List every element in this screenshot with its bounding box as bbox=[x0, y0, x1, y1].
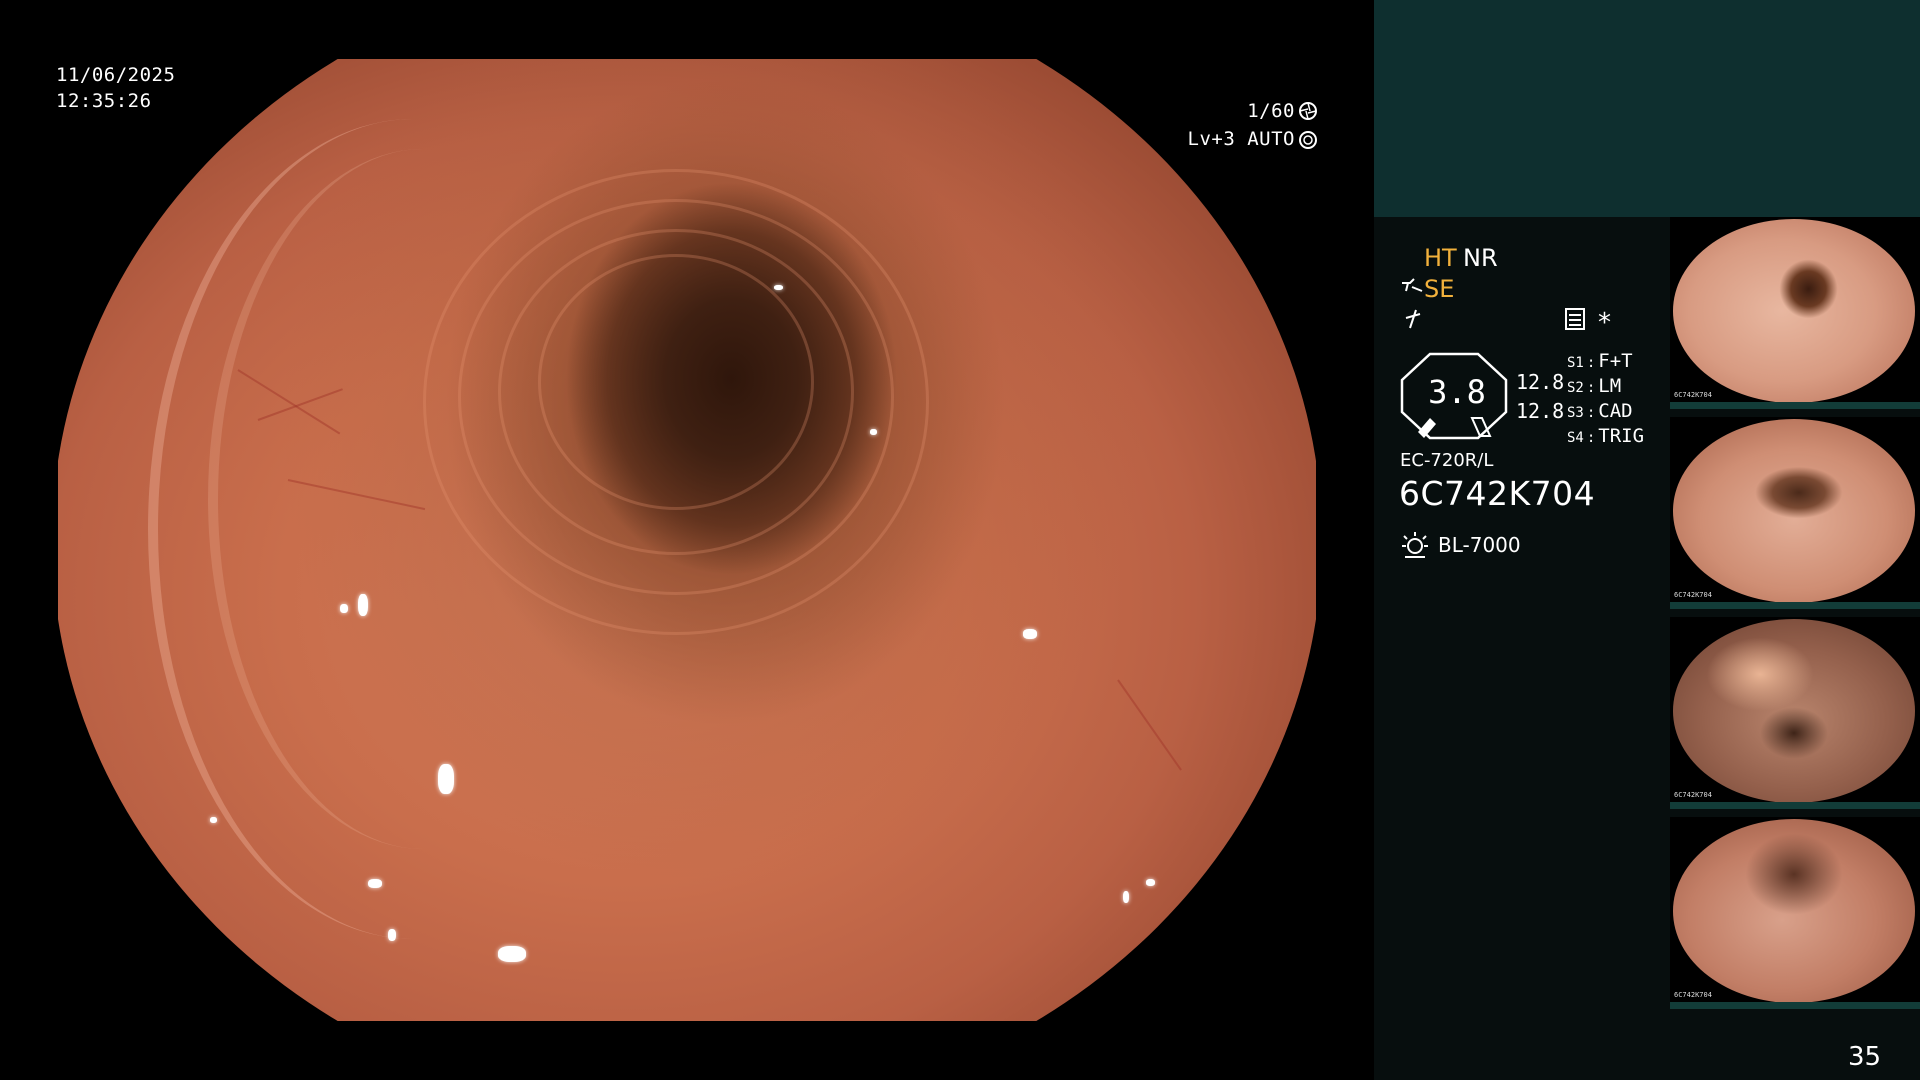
switch-row-s1: S1: F+T bbox=[1567, 350, 1633, 372]
settings-icon bbox=[1565, 308, 1585, 330]
star-marker: * bbox=[1598, 308, 1611, 338]
gauge-value: 3.8 bbox=[1428, 373, 1486, 411]
scope-serial: 6C742K704 bbox=[1399, 474, 1596, 513]
endoscopy-screen: 11/06/2025 12:35:26 1/60 Lv+3 AUTO HT NR… bbox=[0, 0, 1920, 1080]
specular-highlight bbox=[1146, 879, 1155, 886]
capture-thumbnail[interactable]: 6C742K704 34 bbox=[1670, 217, 1920, 409]
specular-highlight bbox=[438, 764, 454, 794]
thumbnail-bar bbox=[1670, 602, 1920, 609]
light-source-label: BL-7000 bbox=[1438, 533, 1521, 557]
switch-value: CAD bbox=[1598, 400, 1633, 422]
panel-header-area bbox=[1374, 0, 1920, 217]
switch-row-s3: S3: CAD bbox=[1567, 400, 1633, 422]
switch-key: S2 bbox=[1567, 380, 1584, 396]
thumbnail-serial: 6C742K704 bbox=[1674, 791, 1712, 799]
switch-value: TRIG bbox=[1598, 425, 1645, 447]
scope-icon bbox=[1402, 278, 1423, 292]
switch-key: S3 bbox=[1567, 405, 1584, 421]
specular-highlight bbox=[870, 429, 877, 435]
thumbnail-serial: 6C742K704 bbox=[1674, 591, 1712, 599]
thumbnail-image bbox=[1673, 219, 1915, 403]
exposure-mode: AUTO bbox=[1247, 128, 1295, 150]
capture-thumbnail[interactable]: 6C742K704 33 bbox=[1670, 417, 1920, 609]
thumbnail-serial: 6C742K704 bbox=[1674, 991, 1712, 999]
se-mode-label: SE bbox=[1424, 275, 1455, 303]
thumbnail-image bbox=[1673, 619, 1915, 803]
thumbnail-bar bbox=[1670, 802, 1920, 809]
shutter-speed: 1/60 bbox=[1170, 98, 1295, 124]
specular-highlight bbox=[340, 604, 348, 613]
thumbnail-image bbox=[1673, 419, 1915, 603]
page-number: 35 bbox=[1848, 1042, 1882, 1072]
switch-value: F+T bbox=[1598, 350, 1633, 372]
thumbnail-image bbox=[1673, 819, 1915, 1003]
mucosal-fold bbox=[208, 149, 638, 849]
iris-icon bbox=[1299, 131, 1317, 149]
exposure-setting: Lv+3 AUTO bbox=[1180, 126, 1295, 152]
stat-bottom: 12.8 bbox=[1516, 399, 1565, 423]
specular-highlight bbox=[1123, 891, 1129, 903]
specular-highlight bbox=[210, 817, 217, 823]
ht-mode-label: HT bbox=[1424, 244, 1457, 272]
specular-highlight bbox=[358, 594, 368, 616]
stat-top: 12.8 bbox=[1516, 370, 1565, 394]
switch-value: LM bbox=[1598, 375, 1622, 397]
specular-highlight bbox=[498, 946, 526, 962]
specular-highlight bbox=[388, 929, 396, 941]
date-label: 11/06/2025 bbox=[56, 64, 176, 86]
endoscope-live-view bbox=[58, 59, 1316, 1021]
exposure-level: Lv+3 bbox=[1187, 128, 1236, 150]
light-source-icon bbox=[1402, 532, 1428, 558]
shutter-speed-value: 1/60 bbox=[1247, 100, 1295, 122]
thumbnail-serial: 6C742K704 bbox=[1674, 391, 1712, 399]
flash-icon bbox=[1405, 309, 1421, 329]
nr-mode-label: NR bbox=[1463, 244, 1498, 272]
switch-key: S1 bbox=[1567, 355, 1584, 371]
switch-row-s2: S2: LM bbox=[1567, 375, 1622, 397]
thumbnail-bar bbox=[1670, 402, 1920, 409]
thumbnail-bar bbox=[1670, 1002, 1920, 1009]
scope-model: EC-720R/L bbox=[1400, 450, 1494, 471]
specular-highlight bbox=[774, 285, 783, 290]
light-source-row: BL-7000 bbox=[1400, 530, 1521, 560]
switch-row-s4: S4: TRIG bbox=[1567, 425, 1645, 447]
switch-key: S4 bbox=[1567, 430, 1584, 446]
specular-highlight bbox=[368, 879, 382, 888]
time-label: 12:35:26 bbox=[56, 90, 152, 112]
capture-thumbnail[interactable]: 6C742K704 32 bbox=[1670, 617, 1920, 809]
capture-thumbnail[interactable]: 6C742K704 31 bbox=[1670, 817, 1920, 1009]
specular-highlight bbox=[1023, 629, 1037, 639]
shutter-icon bbox=[1299, 102, 1317, 120]
